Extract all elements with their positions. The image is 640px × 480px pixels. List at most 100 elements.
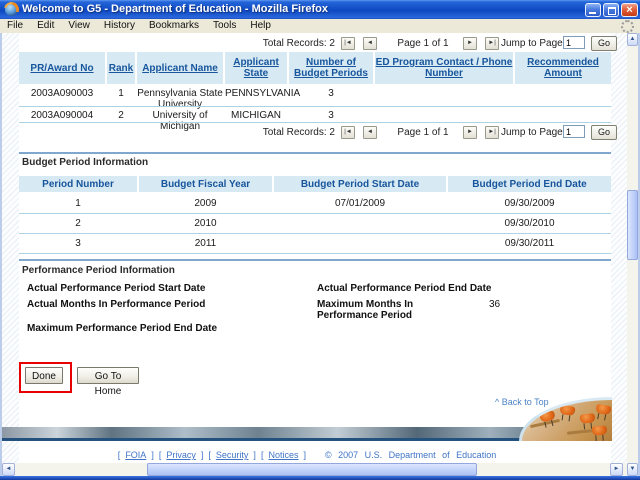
window-title: Welcome to G5 - Department of Education … xyxy=(22,0,328,19)
next-page-button[interactable]: ► xyxy=(463,37,477,50)
col-end-date: Budget Period End Date xyxy=(448,176,611,192)
footer-link-privacy[interactable]: Privacy xyxy=(166,450,196,460)
menu-help[interactable]: Help xyxy=(243,19,278,33)
budget-section-title: Budget Period Information xyxy=(22,157,148,168)
jump-to-page-label: Jump to Page xyxy=(501,127,563,138)
col-fiscal-year: Budget Fiscal Year xyxy=(139,176,272,192)
section-divider xyxy=(19,152,611,154)
max-months-label: Maximum Months In Performance Period xyxy=(317,299,472,321)
row-divider xyxy=(19,122,611,123)
footer-link-foia[interactable]: FOIA xyxy=(125,450,146,460)
actual-start-date-label: Actual Performance Period Start Date xyxy=(27,283,205,294)
window-border-bottom xyxy=(0,476,640,480)
menu-edit[interactable]: Edit xyxy=(30,19,61,33)
cell-start-date xyxy=(274,236,446,249)
jump-to-page-input[interactable] xyxy=(563,125,585,138)
menu-tools[interactable]: Tools xyxy=(206,19,243,33)
done-button[interactable]: Done xyxy=(25,367,63,384)
col-pr-award-no[interactable]: PR/Award No xyxy=(19,52,105,84)
page-viewport: Total Records: 2 |◄ ◄ Page 1 of 1 ► ►| J… xyxy=(2,33,638,476)
menu-file[interactable]: File xyxy=(0,19,30,33)
budget-row-2: 2 2010 09/30/2010 xyxy=(19,216,611,229)
col-applicant-state[interactable]: Applicant State xyxy=(225,52,287,84)
cell-period: 2 xyxy=(19,216,137,229)
scroll-right-button[interactable]: ► xyxy=(610,463,623,476)
browser-window: Welcome to G5 - Department of Education … xyxy=(0,0,640,480)
row-divider xyxy=(19,106,611,107)
menu-view[interactable]: View xyxy=(61,19,97,33)
bracket: ] xyxy=(151,450,154,460)
window-border-left xyxy=(0,33,2,476)
minimize-button[interactable] xyxy=(585,3,601,17)
page-indicator: Page 1 of 1 xyxy=(389,127,457,138)
jump-to-page-label: Jump to Page xyxy=(501,38,563,49)
horizontal-scrollbar[interactable]: ◄ ► xyxy=(2,463,627,476)
col-recommended-amount[interactable]: Recommended Amount xyxy=(515,52,611,84)
col-rank[interactable]: Rank xyxy=(107,52,135,84)
actual-months-label: Actual Months In Performance Period xyxy=(27,299,205,310)
col-applicant-name[interactable]: Applicant Name xyxy=(137,52,223,84)
menu-bookmarks[interactable]: Bookmarks xyxy=(142,19,206,33)
col-budget-periods[interactable]: Number of Budget Periods xyxy=(289,52,373,84)
last-page-button[interactable]: ►| xyxy=(485,126,499,139)
cell-end-date: 09/30/2009 xyxy=(448,196,611,209)
next-page-button[interactable]: ► xyxy=(463,126,477,139)
prev-page-button[interactable]: ◄ xyxy=(363,37,377,50)
col-ed-contact[interactable]: ED Program Contact / Phone Number xyxy=(375,52,513,84)
budget-row-1: 1 2009 07/01/2009 09/30/2009 xyxy=(19,196,611,209)
col-period-number: Period Number xyxy=(19,176,137,192)
chair-shape xyxy=(592,425,608,435)
performance-section-title: Performance Period Information xyxy=(22,265,175,276)
copyright-text: © 2007 U.S. Department of Education xyxy=(325,450,496,460)
chair-shape xyxy=(559,405,575,416)
restore-icon xyxy=(608,7,616,15)
vertical-scrollbar[interactable]: ▲ ▼ xyxy=(627,33,638,476)
cell-end-date: 09/30/2010 xyxy=(448,216,611,229)
row-divider xyxy=(19,253,611,254)
footer: [ FOIA ] [ Privacy ] [ Security ] [ Noti… xyxy=(2,450,612,460)
footer-link-security[interactable]: Security xyxy=(216,450,249,460)
horizontal-scroll-thumb[interactable] xyxy=(147,463,477,476)
scroll-left-button[interactable]: ◄ xyxy=(2,463,15,476)
back-to-top-link[interactable]: ^ Back to Top xyxy=(495,397,549,407)
pagination-bottom: Total Records: 2 |◄ ◄ Page 1 of 1 ► ►| J… xyxy=(19,125,611,141)
go-button[interactable]: Go xyxy=(591,36,617,51)
close-button[interactable]: × xyxy=(621,3,638,17)
last-page-button[interactable]: ►| xyxy=(485,37,499,50)
footer-link-notices[interactable]: Notices xyxy=(268,450,298,460)
bracket: ] xyxy=(253,450,256,460)
actual-end-date-label: Actual Performance Period End Date xyxy=(317,283,492,294)
total-records-label: Total Records: 2 xyxy=(255,127,335,138)
cell-fiscal-year: 2011 xyxy=(139,236,272,249)
page-content: Total Records: 2 |◄ ◄ Page 1 of 1 ► ►| J… xyxy=(19,33,611,463)
budget-table-header: Period Number Budget Fiscal Year Budget … xyxy=(19,176,611,192)
first-page-button[interactable]: |◄ xyxy=(341,126,355,139)
pagination-top: Total Records: 2 |◄ ◄ Page 1 of 1 ► ►| J… xyxy=(19,36,611,52)
row-divider xyxy=(19,233,611,234)
left-margin-stripes xyxy=(2,33,19,463)
title-bar: Welcome to G5 - Department of Education … xyxy=(0,0,640,19)
first-page-button[interactable]: |◄ xyxy=(341,37,355,50)
bracket: [ xyxy=(261,450,264,460)
close-icon: × xyxy=(622,3,637,17)
chair-shape xyxy=(595,404,611,415)
awards-table-header: PR/Award No Rank Applicant Name Applican… xyxy=(19,52,611,84)
go-to-home-button[interactable]: Go To Home xyxy=(77,367,139,384)
menu-history[interactable]: History xyxy=(97,19,142,33)
cell-period: 3 xyxy=(19,236,137,249)
firefox-icon xyxy=(5,3,18,16)
max-end-date-label: Maximum Performance Period End Date xyxy=(27,323,217,334)
page-indicator: Page 1 of 1 xyxy=(389,38,457,49)
menu-bar: File Edit View History Bookmarks Tools H… xyxy=(0,19,640,34)
go-button[interactable]: Go xyxy=(591,125,617,140)
jump-to-page-input[interactable] xyxy=(563,36,585,49)
vertical-scroll-thumb[interactable] xyxy=(627,190,638,260)
throbber-icon xyxy=(621,20,634,33)
budget-row-3: 3 2011 09/30/2011 xyxy=(19,236,611,249)
scroll-down-button[interactable]: ▼ xyxy=(627,463,638,476)
bracket: [ xyxy=(208,450,211,460)
prev-page-button[interactable]: ◄ xyxy=(363,126,377,139)
max-months-value: 36 xyxy=(489,299,500,310)
restore-button[interactable] xyxy=(603,3,619,17)
scroll-up-button[interactable]: ▲ xyxy=(627,33,638,46)
